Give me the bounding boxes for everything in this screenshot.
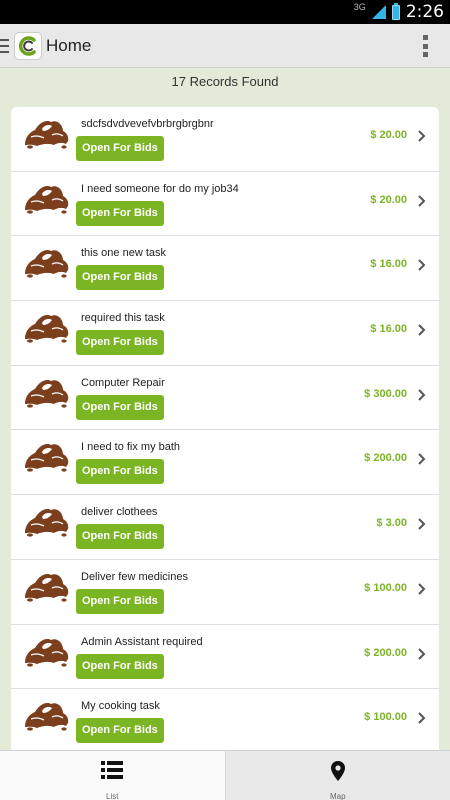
status-badge: Open For Bids — [76, 718, 164, 744]
task-price: $ 3.00 — [376, 517, 407, 530]
task-title: My cooking task — [81, 700, 160, 713]
logo-mark-icon — [18, 36, 36, 56]
task-thumbnail-icon — [25, 379, 69, 408]
task-list: sdcfsdvdvevefvbrbrgbrgbnr Open For Bids … — [11, 107, 439, 750]
chevron-right-icon — [418, 453, 426, 466]
chevron-right-icon — [418, 647, 426, 660]
task-price: $ 200.00 — [364, 452, 407, 465]
task-price: $ 300.00 — [364, 387, 407, 400]
task-title: I need someone for do my job34 — [81, 182, 239, 195]
task-list-item[interactable]: My cooking task Open For Bids $ 100.00 — [11, 689, 439, 750]
task-price: $ 16.00 — [370, 258, 407, 271]
status-badge: Open For Bids — [76, 394, 164, 420]
chevron-right-icon — [418, 389, 426, 401]
task-thumbnail-icon — [25, 444, 69, 473]
tab-list-label: List — [106, 792, 119, 800]
task-price: $ 16.00 — [370, 323, 407, 336]
tab-map-label: Map — [329, 792, 346, 800]
battery-icon — [391, 2, 400, 20]
task-price: $ 100.00 — [364, 711, 407, 724]
task-list-item[interactable]: Admin Assistant required Open For Bids $… — [11, 625, 439, 690]
task-thumbnail-icon — [25, 573, 69, 602]
status-clock: 2:26 — [405, 2, 444, 22]
list-icon — [101, 761, 124, 779]
status-bar: 3G 2:26 — [0, 0, 450, 24]
chevron-right-icon — [418, 518, 426, 530]
status-badge: Open For Bids — [76, 653, 164, 679]
task-title: required this task — [81, 312, 165, 325]
app-logo-icon[interactable] — [14, 32, 42, 60]
task-list-item[interactable]: required this task Open For Bids $ 16.00 — [11, 301, 439, 366]
tab-list[interactable]: List — [0, 751, 225, 800]
task-thumbnail-icon — [25, 250, 69, 278]
task-thumbnail-icon — [25, 509, 69, 537]
page-title: Home — [46, 36, 92, 55]
task-title: Computer Repair — [81, 376, 165, 389]
task-list-item[interactable]: Deliver few medicines Open For Bids $ 10… — [11, 560, 439, 625]
chevron-right-icon — [418, 712, 426, 724]
task-thumbnail-icon — [25, 120, 69, 149]
task-price: $ 100.00 — [364, 581, 407, 594]
task-price: $ 20.00 — [370, 193, 407, 206]
map-pin-icon — [330, 761, 345, 781]
tab-map[interactable]: Map — [224, 751, 450, 800]
task-title: sdcfsdvdvevefvbrbrgbrgbnr — [81, 118, 214, 130]
task-price: $ 20.00 — [370, 129, 407, 141]
task-title: deliver clothees — [81, 506, 158, 519]
app-bar: Home — [0, 24, 450, 68]
status-icons: 3G 2:26 — [354, 0, 444, 24]
records-count: 17 Records Found — [171, 74, 279, 89]
task-list-item[interactable]: this one new task Open For Bids $ 16.00 — [11, 236, 439, 302]
task-list-item[interactable]: sdcfsdvdvevefvbrbrgbrgbnr Open For Bids … — [11, 107, 439, 172]
signal-strength-icon — [371, 5, 386, 19]
status-badge: Open For Bids — [76, 330, 164, 356]
status-badge: Open For Bids — [76, 459, 164, 485]
chevron-right-icon — [418, 324, 426, 336]
task-thumbnail-icon — [25, 185, 69, 214]
task-list-item[interactable]: Computer Repair Open For Bids $ 300.00 — [11, 366, 439, 431]
chevron-right-icon — [418, 130, 426, 142]
chevron-right-icon — [418, 583, 426, 595]
status-badge: Open For Bids — [76, 136, 164, 161]
task-thumbnail-icon — [25, 315, 69, 343]
status-badge: Open For Bids — [76, 200, 164, 226]
task-title: Admin Assistant required — [81, 635, 203, 648]
bottom-navigation: List Map — [0, 750, 450, 800]
chevron-right-icon — [418, 259, 426, 272]
status-badge: Open For Bids — [76, 265, 164, 291]
task-title: I need to fix my bath — [81, 441, 181, 454]
task-list-item[interactable]: I need to fix my bath Open For Bids $ 20… — [11, 430, 439, 496]
task-list-item[interactable]: I need someone for do my job34 Open For … — [11, 172, 439, 237]
task-thumbnail-icon — [25, 703, 69, 731]
nav-drawer-icon[interactable] — [0, 39, 10, 53]
overflow-menu-icon[interactable] — [422, 35, 428, 57]
network-type-label: 3G — [353, 2, 366, 12]
status-badge: Open For Bids — [76, 588, 164, 614]
task-thumbnail-icon — [25, 638, 69, 667]
chevron-right-icon — [418, 194, 426, 207]
task-title: this one new task — [81, 247, 166, 260]
task-list-item[interactable]: deliver clothees Open For Bids $ 3.00 — [11, 495, 439, 560]
status-badge: Open For Bids — [76, 524, 164, 550]
task-price: $ 200.00 — [364, 646, 407, 659]
task-title: Deliver few medicines — [81, 570, 188, 583]
